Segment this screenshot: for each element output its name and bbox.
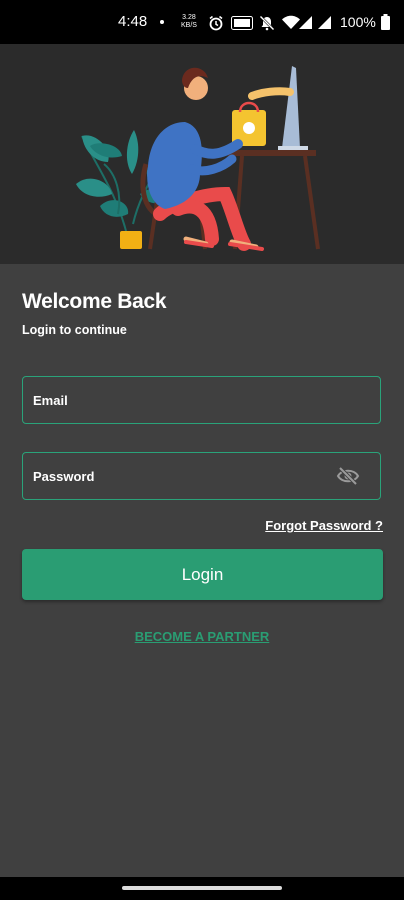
monitor-icon xyxy=(282,66,300,148)
forgot-password-link[interactable]: Forgot Password ? xyxy=(265,518,383,533)
pot-icon xyxy=(120,231,142,249)
hero-illustration xyxy=(0,44,404,264)
desk-icon xyxy=(228,150,316,156)
network-speed-value: 3.28 xyxy=(182,14,196,21)
page-title: Welcome Back xyxy=(22,290,167,313)
password-label: Password xyxy=(33,469,95,484)
eye-off-icon[interactable] xyxy=(336,466,360,491)
email-field[interactable]: Email xyxy=(22,376,381,424)
shopping-illustration xyxy=(76,66,320,251)
alarm-icon xyxy=(208,15,224,34)
status-bar: 4:48 3.28 KB/S 100% xyxy=(0,0,404,44)
signal-icon xyxy=(298,15,314,33)
status-time: 4:48 xyxy=(118,13,148,30)
battery-percent: 100% xyxy=(340,14,376,30)
login-button[interactable]: Login xyxy=(22,549,383,600)
signal-icon-2 xyxy=(317,15,333,33)
vpn-badge-icon xyxy=(231,16,253,33)
password-field[interactable]: Password xyxy=(22,452,381,500)
navigation-bar xyxy=(0,877,404,900)
notifications-off-icon xyxy=(259,15,275,34)
email-label: Email xyxy=(33,393,68,408)
home-gesture-handle[interactable] xyxy=(122,886,282,890)
network-speed-unit: KB/S xyxy=(181,22,197,29)
become-partner-link[interactable]: BECOME A PARTNER xyxy=(0,629,404,644)
network-speed: 3.28 KB/S xyxy=(181,14,197,30)
battery-icon xyxy=(381,14,390,33)
notification-dot xyxy=(160,20,164,24)
page-subtitle: Login to continue xyxy=(22,323,127,337)
